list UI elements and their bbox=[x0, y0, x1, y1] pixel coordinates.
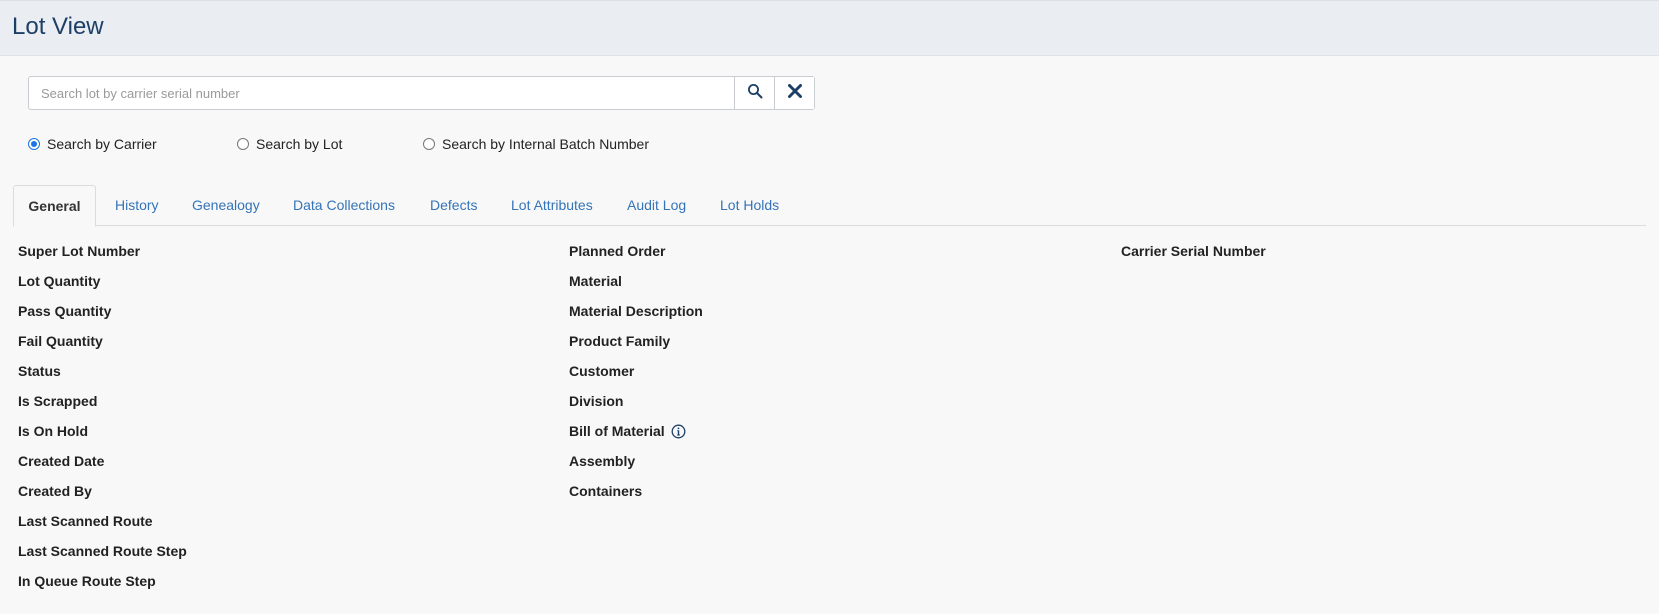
tab-data-collections[interactable]: Data Collections bbox=[293, 185, 395, 226]
radio-label: Search by Internal Batch Number bbox=[442, 136, 649, 152]
field-lot-quantity: Lot Quantity bbox=[18, 273, 101, 289]
field-material-description: Material Description bbox=[569, 303, 703, 319]
search-bar bbox=[28, 76, 815, 110]
tab-genealogy[interactable]: Genealogy bbox=[192, 185, 260, 226]
info-icon[interactable] bbox=[671, 424, 686, 439]
field-is-scrapped: Is Scrapped bbox=[18, 393, 98, 409]
field-is-on-hold: Is On Hold bbox=[18, 423, 88, 439]
tab-audit-log[interactable]: Audit Log bbox=[627, 185, 686, 226]
radio-button[interactable] bbox=[423, 138, 435, 150]
search-icon bbox=[747, 83, 763, 104]
field-carrier-serial-number: Carrier Serial Number bbox=[1121, 243, 1266, 259]
radio-search-by-lot[interactable]: Search by Lot bbox=[237, 136, 342, 152]
radio-button-selected[interactable] bbox=[28, 138, 40, 150]
field-product-family: Product Family bbox=[569, 333, 671, 349]
field-super-lot-number: Super Lot Number bbox=[18, 243, 141, 259]
search-button[interactable] bbox=[734, 77, 774, 109]
field-label: Bill of Material bbox=[569, 423, 665, 439]
field-fail-quantity: Fail Quantity bbox=[18, 333, 103, 349]
radio-search-by-carrier[interactable]: Search by Carrier bbox=[28, 136, 157, 152]
page-title: Lot View bbox=[12, 13, 104, 40]
close-icon bbox=[787, 83, 803, 104]
search-input[interactable] bbox=[29, 77, 734, 109]
field-containers: Containers bbox=[569, 483, 643, 499]
field-last-scanned-route: Last Scanned Route bbox=[18, 513, 153, 529]
clear-search-button[interactable] bbox=[774, 77, 814, 109]
field-assembly: Assembly bbox=[569, 453, 636, 469]
page-header: Lot View bbox=[0, 0, 1659, 56]
radio-button[interactable] bbox=[237, 138, 249, 150]
field-last-scanned-route-step: Last Scanned Route Step bbox=[18, 543, 187, 559]
field-created-by: Created By bbox=[18, 483, 92, 499]
radio-label: Search by Lot bbox=[256, 136, 343, 152]
tab-lot-holds[interactable]: Lot Holds bbox=[720, 185, 779, 226]
field-material: Material bbox=[569, 273, 622, 289]
field-division: Division bbox=[569, 393, 624, 409]
field-planned-order: Planned Order bbox=[569, 243, 666, 259]
field-created-date: Created Date bbox=[18, 453, 105, 469]
tab-history[interactable]: History bbox=[115, 185, 159, 226]
tab-lot-attributes[interactable]: Lot Attributes bbox=[511, 185, 593, 226]
field-status: Status bbox=[18, 363, 61, 379]
field-pass-quantity: Pass Quantity bbox=[18, 303, 112, 319]
field-in-queue-route-step: In Queue Route Step bbox=[18, 573, 156, 589]
field-bill-of-material: Bill of Material bbox=[569, 423, 686, 439]
radio-label: Search by Carrier bbox=[47, 136, 157, 152]
radio-search-by-internal-batch[interactable]: Search by Internal Batch Number bbox=[423, 136, 649, 152]
tab-bar: General History Genealogy Data Collectio… bbox=[13, 185, 1646, 227]
field-customer: Customer bbox=[569, 363, 635, 379]
tab-general[interactable]: General bbox=[13, 185, 96, 227]
tab-defects[interactable]: Defects bbox=[430, 185, 477, 226]
